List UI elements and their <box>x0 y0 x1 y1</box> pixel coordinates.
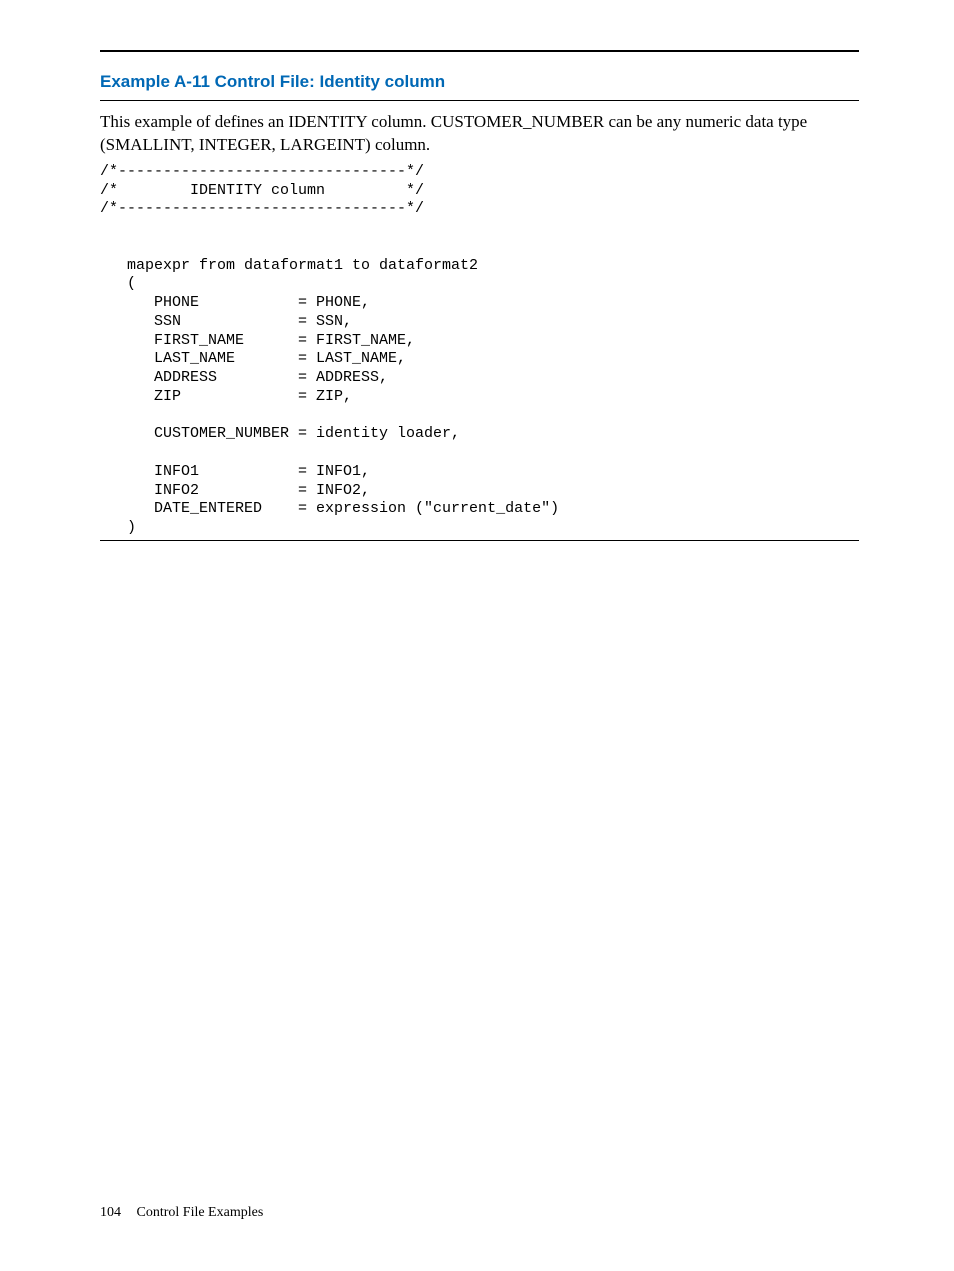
section-title: Control File Examples <box>137 1205 264 1220</box>
example-title: Example A-11 Control File: Identity colu… <box>100 72 859 92</box>
page-footer: 104 Control File Examples <box>100 1205 263 1221</box>
code-block: /*--------------------------------*/ /* … <box>100 163 859 538</box>
page-number: 104 <box>100 1205 121 1220</box>
example-description: This example of defines an IDENTITY colu… <box>100 111 859 157</box>
bottom-horizontal-rule <box>100 540 859 541</box>
title-horizontal-rule <box>100 100 859 101</box>
top-horizontal-rule <box>100 50 859 52</box>
